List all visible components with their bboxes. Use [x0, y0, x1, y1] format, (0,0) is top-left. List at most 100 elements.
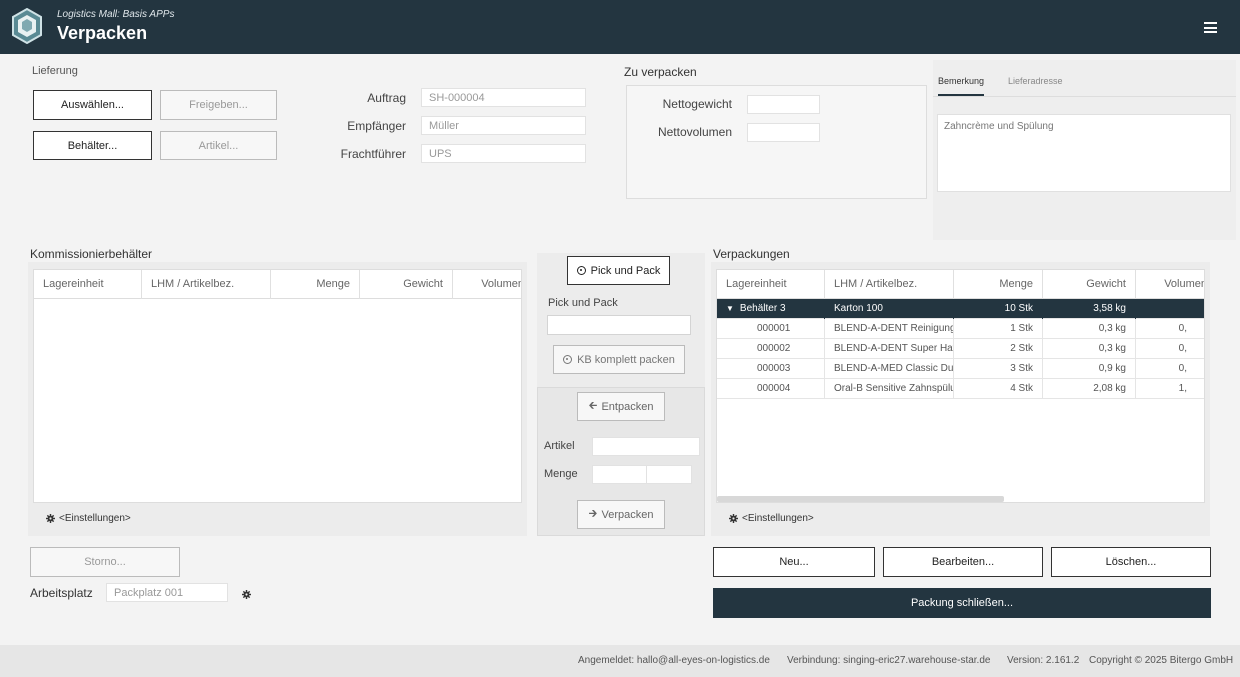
caret-down-icon[interactable]: ▼	[726, 304, 734, 313]
entpacken-label: Entpacken	[601, 400, 654, 413]
cell-volumen: 1,	[1136, 379, 1204, 399]
column-header-volumen[interactable]: Volumen	[453, 270, 521, 299]
column-header-volumen[interactable]: Volumen	[1136, 270, 1204, 299]
table-row-behaelter-3[interactable]: ▼ Behälter 3 Karton 100 10 Stk 3,58 kg	[717, 299, 1204, 319]
cell-gewicht: 2,08 kg	[1043, 379, 1136, 399]
arbeitsplatz-field[interactable]: Packplatz 001	[106, 583, 228, 602]
artikel-button[interactable]: Artikel...	[160, 131, 277, 160]
neu-button[interactable]: Neu...	[713, 547, 875, 577]
cell-artikel: BLEND-A-MED Classic Duop	[825, 359, 954, 379]
verpackungen-table[interactable]: Lagereinheit LHM / Artikelbez. Menge Gew…	[716, 269, 1205, 503]
nettogewicht-field[interactable]	[747, 95, 820, 114]
table-row[interactable]: 000002 BLEND-A-DENT Super Haftc 2 Stk 0,…	[717, 339, 1204, 359]
zu-verpacken-panel: Nettogewicht Nettovolumen	[626, 85, 927, 199]
artikel-field[interactable]	[592, 437, 700, 456]
nettovolumen-field[interactable]	[747, 123, 820, 142]
footer-angemeldet: Angemeldet: hallo@all-eyes-on-logistics.…	[578, 655, 770, 666]
cell-volumen	[1136, 299, 1204, 319]
nettogewicht-label: Nettogewicht	[662, 97, 732, 111]
table-header: Lagereinheit LHM / Artikelbez. Menge Gew…	[717, 270, 1204, 299]
hamburger-menu-icon[interactable]	[1204, 22, 1217, 33]
menge-label: Menge	[544, 468, 578, 480]
column-header-gewicht[interactable]: Gewicht	[1043, 270, 1136, 299]
table-row[interactable]: 000004 Oral-B Sensitive Zahnspülun 4 Stk…	[717, 379, 1204, 399]
pick-und-pack-button-label: Pick und Pack	[590, 264, 661, 277]
cell-menge: 3 Stk	[954, 359, 1043, 379]
entpacken-button[interactable]: 🡰 Entpacken	[577, 392, 665, 421]
cell-menge: 2 Stk	[954, 339, 1043, 359]
cell-menge: 10 Stk	[954, 299, 1043, 319]
kb-komplett-packen-label: KB komplett packen	[577, 353, 675, 366]
verpackungen-title: Verpackungen	[713, 247, 790, 261]
kb-settings-link[interactable]: <Einstellungen>	[46, 513, 131, 524]
arbeitsplatz-label: Arbeitsplatz	[30, 586, 93, 600]
table-row[interactable]: 000003 BLEND-A-MED Classic Duop 3 Stk 0,…	[717, 359, 1204, 379]
footer-version: Version: 2.161.2	[1007, 655, 1080, 666]
gear-icon	[46, 514, 55, 523]
gear-icon	[729, 514, 738, 523]
storno-button[interactable]: Storno...	[30, 547, 180, 577]
empfaenger-field[interactable]: Müller	[421, 116, 586, 135]
footer: Angemeldet: hallo@all-eyes-on-logistics.…	[0, 645, 1240, 677]
artikel-label: Artikel	[544, 440, 575, 452]
app-header: Logistics Mall: Basis APPs Verpacken	[0, 0, 1240, 54]
target-icon	[563, 355, 573, 364]
behaelter-button[interactable]: Behälter...	[33, 131, 152, 160]
column-header-lhm[interactable]: LHM / Artikelbez.	[825, 270, 954, 299]
tabs-divider	[933, 96, 1236, 97]
bemerkung-textarea[interactable]: Zahncrème und Spülung	[937, 114, 1231, 192]
verpackungen-settings-label: <Einstellungen>	[742, 513, 814, 524]
target-icon	[576, 266, 586, 275]
table-header: Lagereinheit LHM / Artikelbez. Menge Gew…	[34, 270, 521, 299]
gear-icon[interactable]	[242, 590, 251, 599]
verpacken-button[interactable]: 🡲 Verpacken	[577, 500, 665, 529]
menge-unit-field[interactable]	[646, 465, 692, 484]
kommissionierbehaelter-table[interactable]: Lagereinheit LHM / Artikelbez. Menge Gew…	[33, 269, 522, 503]
pick-und-pack-button[interactable]: Pick und Pack	[567, 256, 670, 285]
footer-verbindung: Verbindung: singing-eric27.warehouse-sta…	[787, 655, 991, 666]
horizontal-scrollbar[interactable]	[717, 496, 1004, 502]
auftrag-field[interactable]: SH-000004	[421, 88, 586, 107]
cell-lagereinheit: 000001	[717, 319, 825, 339]
packung-schliessen-button[interactable]: Packung schließen...	[713, 588, 1211, 618]
cell-gewicht: 0,3 kg	[1043, 339, 1136, 359]
empfaenger-label: Empfänger	[347, 119, 406, 133]
loeschen-button[interactable]: Löschen...	[1051, 547, 1211, 577]
auftrag-label: Auftrag	[367, 91, 406, 105]
cell-gewicht: 3,58 kg	[1043, 299, 1136, 319]
cell-lagereinheit: 000004	[717, 379, 825, 399]
column-header-menge[interactable]: Menge	[954, 270, 1043, 299]
kommissionierbehaelter-title: Kommissionierbehälter	[30, 247, 153, 261]
pick-und-pack-input[interactable]	[547, 315, 691, 335]
column-header-lagereinheit[interactable]: Lagereinheit	[717, 270, 825, 299]
column-header-gewicht[interactable]: Gewicht	[360, 270, 453, 299]
menge-field[interactable]	[592, 465, 647, 484]
logistics-mall-logo-icon	[12, 8, 42, 44]
cell-gewicht: 0,3 kg	[1043, 319, 1136, 339]
cell-artikel: BLEND-A-DENT Super Haftc	[825, 339, 954, 359]
arrow-right-icon: 🡲	[588, 508, 598, 520]
tab-bemerkung[interactable]: Bemerkung	[938, 76, 985, 96]
nettovolumen-label: Nettovolumen	[657, 125, 732, 139]
cell-lagereinheit: 000002	[717, 339, 825, 359]
cell-artikel: Oral-B Sensitive Zahnspülun	[825, 379, 954, 399]
bearbeiten-button[interactable]: Bearbeiten...	[883, 547, 1043, 577]
kb-komplett-packen-button[interactable]: KB komplett packen	[553, 345, 685, 374]
footer-copyright: Copyright © 2025 Bitergo GmbH	[1089, 655, 1234, 666]
auswaehlen-button[interactable]: Auswählen...	[33, 90, 152, 120]
arrow-left-icon: 🡰	[588, 400, 598, 412]
cell-volumen: 0,	[1136, 319, 1204, 339]
column-header-menge[interactable]: Menge	[271, 270, 360, 299]
verpackungen-settings-link[interactable]: <Einstellungen>	[729, 513, 814, 524]
tabs-panel: Bemerkung Lieferadresse Zahncrème und Sp…	[933, 60, 1236, 240]
cell-lagereinheit: ▼ Behälter 3	[717, 299, 825, 319]
column-header-lhm[interactable]: LHM / Artikelbez.	[142, 270, 271, 299]
frachtfuehrer-field[interactable]: UPS	[421, 144, 586, 163]
column-header-lagereinheit[interactable]: Lagereinheit	[34, 270, 142, 299]
freigeben-button[interactable]: Freigeben...	[160, 90, 277, 120]
kb-settings-label: <Einstellungen>	[59, 513, 131, 524]
tab-lieferadresse[interactable]: Lieferadresse	[1008, 76, 1063, 86]
table-row[interactable]: 000001 BLEND-A-DENT Reinigungs 1 Stk 0,3…	[717, 319, 1204, 339]
zu-verpacken-title: Zu verpacken	[624, 65, 697, 79]
verpacken-label: Verpacken	[601, 508, 654, 521]
